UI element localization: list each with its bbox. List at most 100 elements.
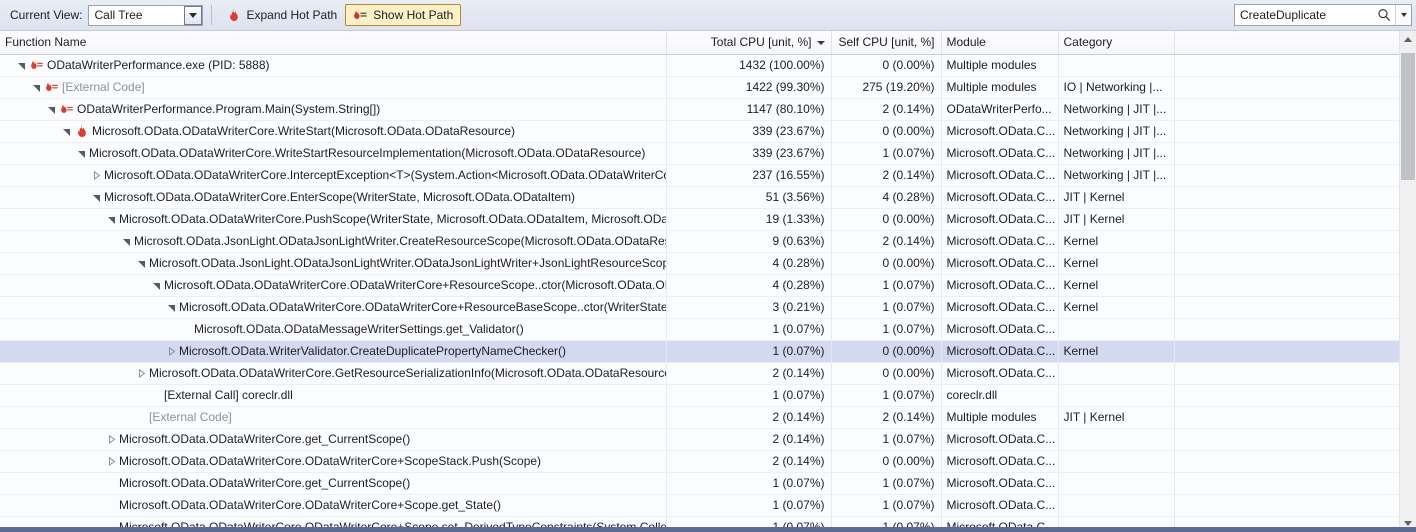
table-row[interactable]: [External Code] 2 (0.14%) 2 (0.14%) Multipl… xyxy=(0,406,1399,429)
cell-spacer xyxy=(1174,230,1399,253)
call-tree-table: Function Name Total CPU [unit, %] Self C… xyxy=(0,31,1399,532)
expander-collapse-icon[interactable] xyxy=(134,253,149,274)
column-header-category[interactable]: Category xyxy=(1058,31,1175,55)
vertical-scrollbar[interactable] xyxy=(1399,31,1416,532)
expander-collapse-icon[interactable] xyxy=(44,99,59,120)
expander-expand-icon[interactable] xyxy=(104,429,119,450)
cell-module: Microsoft.OData.C... xyxy=(941,164,1059,187)
cell-module: Microsoft.OData.C... xyxy=(941,230,1059,253)
grid-scroll-region: Function Name Total CPU [unit, %] Self C… xyxy=(0,31,1399,532)
vertical-scrollbar-thumb[interactable] xyxy=(1401,53,1415,180)
cell-module: Microsoft.OData.C... xyxy=(941,142,1059,165)
cell-total-cpu: 2 (0.14%) xyxy=(666,450,832,473)
function-name-label: [External Call] coreclr.dll xyxy=(164,388,293,402)
expander-expand-icon[interactable] xyxy=(134,363,149,384)
cell-self-cpu: 1 (0.07%) xyxy=(831,428,942,451)
expander-expand-icon[interactable] xyxy=(104,451,119,472)
cell-self-cpu: 1 (0.07%) xyxy=(831,384,942,407)
cell-total-cpu: 237 (16.55%) xyxy=(666,164,832,187)
column-header-total-cpu-label: Total CPU [unit, %] xyxy=(710,35,812,50)
search-icon[interactable] xyxy=(1373,8,1395,22)
flame-arrow-icon xyxy=(44,81,60,93)
cell-spacer xyxy=(1174,318,1399,341)
table-row[interactable]: Microsoft.OData.ODataWriterCore.GetResou… xyxy=(0,362,1399,385)
cell-module: Microsoft.OData.C... xyxy=(941,252,1059,275)
cell-category xyxy=(1058,450,1175,473)
cell-self-cpu: 275 (19.20%) xyxy=(831,76,942,99)
current-view-value: Call Tree xyxy=(94,8,143,22)
expander-collapse-icon[interactable] xyxy=(89,187,104,208)
cell-module: Multiple modules xyxy=(941,54,1059,77)
table-row[interactable]: Microsoft.OData.JsonLight.ODataJsonLight… xyxy=(0,252,1399,275)
cell-category xyxy=(1058,362,1175,385)
expander-collapse-icon[interactable] xyxy=(149,275,164,296)
scroll-up-button[interactable] xyxy=(1400,31,1416,48)
function-name-label: Microsoft.OData.JsonLight.ODataJsonLight… xyxy=(149,256,666,270)
cell-spacer xyxy=(1174,98,1399,121)
cell-category: Kernel xyxy=(1058,252,1175,275)
flame-arrow-icon xyxy=(59,103,75,115)
toolbar-separator xyxy=(211,5,213,25)
column-header-module[interactable]: Module xyxy=(941,31,1059,55)
table-row[interactable]: [External Code] 1422 (99.30%) 275 (19.20%)… xyxy=(0,76,1399,99)
table-row[interactable]: Microsoft.OData.WriterValidator.CreateDu… xyxy=(0,340,1399,363)
cell-self-cpu: 0 (0.00%) xyxy=(831,54,942,77)
expander-collapse-icon[interactable] xyxy=(74,143,89,164)
expander-collapse-icon[interactable] xyxy=(164,297,179,318)
table-row[interactable]: Microsoft.OData.ODataWriterCore.get_Curr… xyxy=(0,428,1399,451)
table-row[interactable]: Microsoft.OData.ODataWriterCore.get_Curr… xyxy=(0,472,1399,495)
cell-spacer xyxy=(1174,120,1399,143)
column-header-function-name[interactable]: Function Name xyxy=(0,31,667,55)
toolbar: Current View: Call Tree Expand Hot Path xyxy=(0,0,1416,31)
expander-collapse-icon[interactable] xyxy=(29,77,44,98)
table-row[interactable]: Microsoft.OData.ODataWriterCore.ODataWri… xyxy=(0,494,1399,517)
cell-spacer xyxy=(1174,274,1399,297)
table-row[interactable]: ODataWriterPerformance.Program.Main(Syst… xyxy=(0,98,1399,121)
expand-hot-path-button[interactable]: Expand Hot Path xyxy=(220,4,345,26)
function-name-label: Microsoft.OData.ODataWriterCore.WriteSta… xyxy=(89,146,646,160)
cell-spacer xyxy=(1174,296,1399,319)
cell-module: Microsoft.OData.C... xyxy=(941,120,1059,143)
cell-category: JIT | Kernel xyxy=(1058,208,1175,231)
expander-collapse-icon[interactable] xyxy=(59,121,74,142)
cell-module: Microsoft.OData.C... xyxy=(941,494,1059,517)
cell-total-cpu: 2 (0.14%) xyxy=(666,406,832,429)
table-row[interactable]: ODataWriterPerformance.exe (PID: 5888) 14… xyxy=(0,54,1399,77)
search-input[interactable]: CreateDuplicate xyxy=(1235,8,1373,22)
table-row[interactable]: [External Call] coreclr.dll 1 (0.07%) 1 (0… xyxy=(0,384,1399,407)
function-name-label: Microsoft.OData.ODataWriterCore.PushScop… xyxy=(119,212,666,226)
column-header-total-cpu[interactable]: Total CPU [unit, %] xyxy=(666,31,832,55)
cell-spacer xyxy=(1174,340,1399,363)
cell-function-name: Microsoft.OData.ODataWriterCore.ODataWri… xyxy=(0,494,667,517)
search-dropdown-button[interactable] xyxy=(1395,5,1411,25)
table-row[interactable]: Microsoft.OData.ODataWriterCore.WriteSta… xyxy=(0,142,1399,165)
table-row[interactable]: Microsoft.OData.ODataMessageWriterSettin… xyxy=(0,318,1399,341)
table-row[interactable]: Microsoft.OData.ODataWriterCore.Intercep… xyxy=(0,164,1399,187)
table-row[interactable]: Microsoft.OData.ODataWriterCore.ODataWri… xyxy=(0,274,1399,297)
cell-category: Kernel xyxy=(1058,340,1175,363)
expander-placeholder xyxy=(134,407,149,428)
table-row[interactable]: Microsoft.OData.ODataWriterCore.ODataWri… xyxy=(0,450,1399,473)
show-hot-path-button[interactable]: Show Hot Path xyxy=(345,4,462,26)
current-view-dropdown-button[interactable] xyxy=(184,5,203,25)
expander-collapse-icon[interactable] xyxy=(119,231,134,252)
cell-spacer xyxy=(1174,406,1399,429)
table-row[interactable]: Microsoft.OData.ODataWriterCore.ODataWri… xyxy=(0,296,1399,319)
expander-expand-icon[interactable] xyxy=(164,341,179,362)
table-row[interactable]: Microsoft.OData.ODataWriterCore.WriteSta… xyxy=(0,120,1399,143)
expander-placeholder xyxy=(149,385,164,406)
cell-function-name: Microsoft.OData.JsonLight.ODataJsonLight… xyxy=(0,230,667,253)
cell-module: Microsoft.OData.C... xyxy=(941,450,1059,473)
table-row[interactable]: Microsoft.OData.JsonLight.ODataJsonLight… xyxy=(0,230,1399,253)
expander-expand-icon[interactable] xyxy=(89,165,104,186)
expander-collapse-icon[interactable] xyxy=(14,55,29,76)
table-row[interactable]: Microsoft.OData.ODataWriterCore.EnterSco… xyxy=(0,186,1399,209)
column-header-self-cpu[interactable]: Self CPU [unit, %] xyxy=(831,31,942,55)
expander-collapse-icon[interactable] xyxy=(104,209,119,230)
expander-placeholder xyxy=(179,319,194,340)
search-box[interactable]: CreateDuplicate xyxy=(1234,4,1412,26)
current-view-combobox[interactable]: Call Tree xyxy=(88,4,204,26)
table-row[interactable]: Microsoft.OData.ODataWriterCore.PushScop… xyxy=(0,208,1399,231)
function-name-label: ODataWriterPerformance.Program.Main(Syst… xyxy=(77,102,381,116)
cell-function-name: Microsoft.OData.ODataWriterCore.ODataWri… xyxy=(0,450,667,473)
